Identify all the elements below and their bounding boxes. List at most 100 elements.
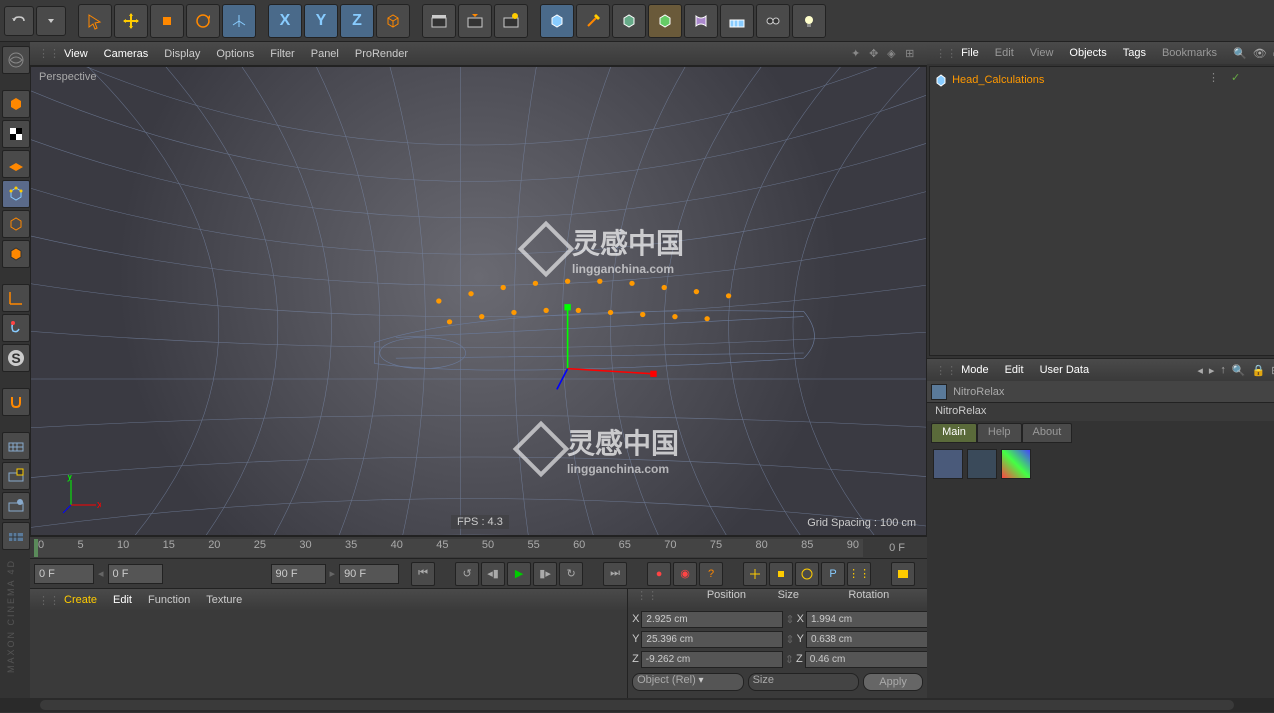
undo-button[interactable] bbox=[4, 6, 34, 36]
deformer-button[interactable] bbox=[684, 4, 718, 38]
viewport-menu-display[interactable]: Display bbox=[164, 48, 200, 60]
pla-key-button[interactable]: ⋮⋮ bbox=[847, 562, 871, 586]
workplane-button[interactable] bbox=[2, 150, 30, 178]
light-button[interactable] bbox=[792, 4, 826, 38]
material-menu-create[interactable]: Create bbox=[64, 594, 97, 606]
render-region-button[interactable] bbox=[458, 4, 492, 38]
redo-dropdown[interactable] bbox=[36, 6, 66, 36]
attr-nav-up-icon[interactable]: ↑ bbox=[1220, 364, 1226, 377]
frame-range-end-input[interactable] bbox=[271, 564, 326, 584]
snap-button[interactable] bbox=[2, 388, 30, 416]
generator-button[interactable] bbox=[612, 4, 646, 38]
workplane-snap-button[interactable] bbox=[2, 432, 30, 460]
primitive-cube-button[interactable] bbox=[540, 4, 574, 38]
coord-size-input[interactable] bbox=[805, 651, 947, 668]
viewport-menu-prorender[interactable]: ProRender bbox=[355, 48, 408, 60]
coord-pos-input[interactable] bbox=[641, 611, 783, 628]
scale-key-button[interactable] bbox=[769, 562, 793, 586]
viewport-menu-cameras[interactable]: Cameras bbox=[104, 48, 149, 60]
frame-range-start-input[interactable] bbox=[108, 564, 163, 584]
keyhelp-button[interactable]: ? bbox=[699, 562, 723, 586]
timeline-playhead[interactable] bbox=[34, 539, 38, 557]
tweak-button[interactable] bbox=[2, 314, 30, 342]
viewport-menu-options[interactable]: Options bbox=[216, 48, 254, 60]
step-back-loop-button[interactable]: ↺ bbox=[455, 562, 479, 586]
green-generator-button[interactable] bbox=[648, 4, 682, 38]
attr-tab-about[interactable]: About bbox=[1022, 423, 1073, 443]
attr-tab-main[interactable]: Main bbox=[931, 423, 977, 443]
step-back-button[interactable]: ◂▮ bbox=[481, 562, 505, 586]
attr-tab-help[interactable]: Help bbox=[977, 423, 1022, 443]
environment-button[interactable] bbox=[720, 4, 754, 38]
object-tree[interactable]: Head_Calculations ⋮ ✓ ◆ bbox=[929, 66, 1274, 356]
apply-button[interactable]: Apply bbox=[863, 673, 923, 691]
coord-size-select[interactable]: Size bbox=[748, 673, 860, 691]
render-settings-button[interactable] bbox=[494, 4, 528, 38]
lock-workplane-button[interactable] bbox=[2, 462, 30, 490]
coord-pos-input[interactable] bbox=[641, 631, 783, 648]
vp-move-icon[interactable]: ✥ bbox=[869, 47, 883, 61]
horizontal-scrollbar[interactable] bbox=[40, 700, 1234, 710]
param-key-button[interactable]: P bbox=[821, 562, 845, 586]
tree-render-toggle[interactable]: ✓ bbox=[1231, 71, 1240, 84]
rotate-tool[interactable] bbox=[186, 4, 220, 38]
vp-nav-icon[interactable]: ✦ bbox=[851, 47, 865, 61]
obj-search-icon[interactable]: 🔍 bbox=[1233, 47, 1247, 60]
vp-layout-icon[interactable]: ⊞ bbox=[905, 47, 919, 61]
attr-nav-fwd-icon[interactable]: ▸ bbox=[1209, 364, 1215, 377]
attr-thumb-2[interactable] bbox=[967, 449, 997, 479]
y-axis-button[interactable]: Y bbox=[304, 4, 338, 38]
material-menu-function[interactable]: Function bbox=[148, 594, 190, 606]
coord-pos-input[interactable] bbox=[641, 651, 783, 668]
record-button[interactable]: ● bbox=[647, 562, 671, 586]
coord-mode-select[interactable]: Object (Rel) ▾ bbox=[632, 673, 744, 691]
viewport-menu-filter[interactable]: Filter bbox=[270, 48, 294, 60]
render-clap-button[interactable] bbox=[422, 4, 456, 38]
step-fwd-loop-button[interactable]: ↻ bbox=[559, 562, 583, 586]
frame-end-input[interactable] bbox=[339, 564, 399, 584]
move-tool[interactable] bbox=[114, 4, 148, 38]
autokey-button[interactable]: ◉ bbox=[673, 562, 697, 586]
viewport-menu-view[interactable]: View bbox=[64, 48, 88, 60]
step-fwd-button[interactable]: ▮▸ bbox=[533, 562, 557, 586]
attr-search-icon[interactable]: 🔍 bbox=[1232, 364, 1246, 377]
film-button[interactable] bbox=[891, 562, 915, 586]
x-axis-button[interactable]: X bbox=[268, 4, 302, 38]
attr-lock-icon[interactable]: 🔒 bbox=[1252, 364, 1266, 377]
rot-key-button[interactable] bbox=[795, 562, 819, 586]
tree-visibility-toggle[interactable]: ⋮ bbox=[1208, 71, 1219, 84]
objects-menu-tags[interactable]: Tags bbox=[1123, 47, 1146, 59]
scale-tool[interactable] bbox=[150, 4, 184, 38]
vp-zoom-icon[interactable]: ◈ bbox=[887, 47, 901, 61]
camera-button[interactable] bbox=[756, 4, 790, 38]
model-mode-button[interactable] bbox=[2, 90, 30, 118]
timeline[interactable]: 051015202530354045505560657075808590 0 F bbox=[30, 536, 927, 558]
objects-menu-view[interactable]: View bbox=[1030, 47, 1054, 59]
make-editable-button[interactable] bbox=[2, 46, 30, 74]
pos-key-button[interactable] bbox=[743, 562, 767, 586]
attr-menu-mode[interactable]: Mode bbox=[961, 364, 989, 376]
axis-cube-button[interactable] bbox=[376, 4, 410, 38]
obj-eye-icon[interactable]: 👁 bbox=[1253, 47, 1267, 60]
goto-start-button[interactable]: ⏮ bbox=[411, 562, 435, 586]
frame-start-input[interactable] bbox=[34, 564, 94, 584]
edge-mode-button[interactable] bbox=[2, 210, 30, 238]
play-button[interactable]: ▶ bbox=[507, 562, 531, 586]
objects-menu-bookmarks[interactable]: Bookmarks bbox=[1162, 47, 1217, 59]
z-axis-button[interactable]: Z bbox=[340, 4, 374, 38]
objects-menu-file[interactable]: File bbox=[961, 47, 979, 59]
texture-mode-button[interactable] bbox=[2, 120, 30, 148]
locked-button[interactable] bbox=[2, 522, 30, 550]
viewport-menu-panel[interactable]: Panel bbox=[311, 48, 339, 60]
goto-end-button[interactable]: ⏭ bbox=[603, 562, 627, 586]
select-tool[interactable] bbox=[78, 4, 112, 38]
viewport-3d[interactable]: Perspective FPS : 4.3 Grid Spacing : 100… bbox=[30, 66, 927, 536]
attr-thumb-1[interactable] bbox=[933, 449, 963, 479]
spline-pen-button[interactable] bbox=[576, 4, 610, 38]
objects-menu-objects[interactable]: Objects bbox=[1069, 47, 1106, 59]
axis-tool-button[interactable] bbox=[2, 284, 30, 312]
objects-menu-edit[interactable]: Edit bbox=[995, 47, 1014, 59]
material-menu-texture[interactable]: Texture bbox=[206, 594, 242, 606]
viewport-solo-button[interactable]: S bbox=[2, 344, 30, 372]
planar-workplane-button[interactable] bbox=[2, 492, 30, 520]
